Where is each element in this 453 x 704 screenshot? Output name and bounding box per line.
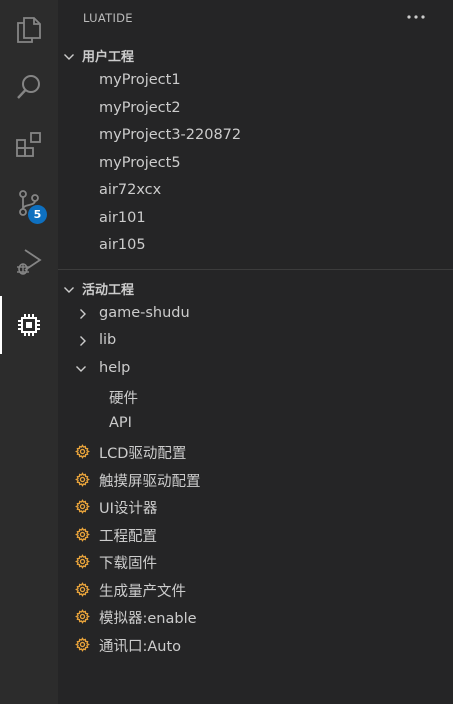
project-item-label: myProject2 — [99, 99, 181, 116]
project-item[interactable]: air72xcx — [58, 178, 453, 205]
setting-label: 工程配置 — [99, 529, 157, 545]
setting-item[interactable]: 下载固件 — [58, 548, 453, 575]
project-item-label: air105 — [99, 237, 146, 253]
gear-icon — [75, 499, 90, 518]
gear-icon — [75, 527, 90, 546]
setting-label: LCD驱动配置 — [99, 446, 187, 462]
project-item-label: air72xcx — [99, 182, 162, 198]
explorer-icon[interactable] — [0, 0, 58, 58]
gear-icon — [75, 472, 90, 491]
help-child-item[interactable]: API — [58, 411, 453, 438]
sidebar: LUATIDE 用户工程 myProject1 myProject2 myPro… — [58, 0, 453, 704]
setting-item[interactable]: 触摸屏驱动配置 — [58, 466, 453, 493]
folder-item-help[interactable]: help — [58, 356, 453, 383]
setting-item[interactable]: UI设计器 — [58, 493, 453, 520]
folder-label: game-shudu — [99, 305, 190, 321]
setting-label: UI设计器 — [99, 501, 158, 517]
project-item[interactable]: myProject3-220872 — [58, 123, 453, 150]
source-control-badge: 5 — [28, 205, 47, 224]
setting-item[interactable]: 工程配置 — [58, 521, 453, 548]
setting-label: 触摸屏驱动配置 — [99, 474, 201, 490]
user-projects-label: 用户工程 — [82, 50, 135, 65]
ellipsis-icon[interactable] — [404, 6, 428, 28]
active-project-header[interactable]: 活动工程 — [58, 275, 453, 299]
project-item[interactable]: air105 — [58, 233, 453, 260]
chevron-right-icon — [77, 335, 89, 351]
project-item-label: myProject3-220872 — [99, 127, 242, 143]
folder-item-lib[interactable]: lib — [58, 328, 453, 355]
gear-icon — [75, 582, 90, 601]
help-child-label: 硬件 — [109, 391, 138, 407]
run-debug-icon[interactable] — [0, 232, 58, 290]
folder-label: lib — [99, 332, 117, 348]
chevron-down-icon — [63, 281, 75, 300]
gear-icon — [75, 554, 90, 573]
sidebar-header: LUATIDE — [58, 0, 453, 36]
luatide-chip-icon[interactable] — [0, 296, 58, 354]
help-child-label: API — [109, 415, 132, 431]
sidebar-title: LUATIDE — [83, 11, 133, 25]
gear-icon — [75, 444, 90, 463]
help-child-item[interactable]: 硬件 — [58, 383, 453, 410]
project-item-label: air101 — [99, 209, 146, 226]
project-item[interactable]: air101 — [58, 206, 453, 233]
user-projects-header[interactable]: 用户工程 — [58, 42, 453, 66]
setting-item[interactable]: 生成量产文件 — [58, 576, 453, 603]
project-item-label: myProject5 — [99, 154, 181, 171]
chevron-down-icon — [63, 48, 75, 67]
project-item[interactable]: myProject5 — [58, 151, 453, 178]
chevron-down-icon — [75, 363, 87, 379]
gear-icon — [75, 609, 90, 628]
project-item[interactable]: myProject2 — [58, 96, 453, 123]
project-item[interactable]: myProject1 — [58, 68, 453, 95]
setting-item[interactable]: 模拟器:enable — [58, 603, 453, 630]
active-project-label: 活动工程 — [82, 283, 135, 298]
section-divider[interactable] — [58, 269, 453, 270]
setting-label: 生成量产文件 — [99, 584, 186, 600]
project-item-label: myProject1 — [99, 72, 181, 88]
setting-label: 通讯口:Auto — [99, 639, 182, 655]
extensions-icon[interactable] — [0, 116, 58, 174]
folder-label: help — [99, 360, 131, 376]
setting-label: 模拟器:enable — [99, 611, 197, 627]
chevron-right-icon — [77, 308, 89, 324]
setting-label: 下载固件 — [99, 556, 157, 572]
source-control-icon[interactable] — [0, 174, 58, 232]
folder-item-game-shudu[interactable]: game-shudu — [58, 301, 453, 328]
search-icon[interactable] — [0, 58, 58, 116]
user-projects-list: myProject1 myProject2 myProject3-220872 … — [58, 66, 453, 269]
setting-item[interactable]: 通讯口:Auto — [58, 631, 453, 658]
setting-item[interactable]: LCD驱动配置 — [58, 438, 453, 465]
gear-icon — [75, 637, 90, 656]
activity-bar: 5 — [0, 0, 58, 704]
